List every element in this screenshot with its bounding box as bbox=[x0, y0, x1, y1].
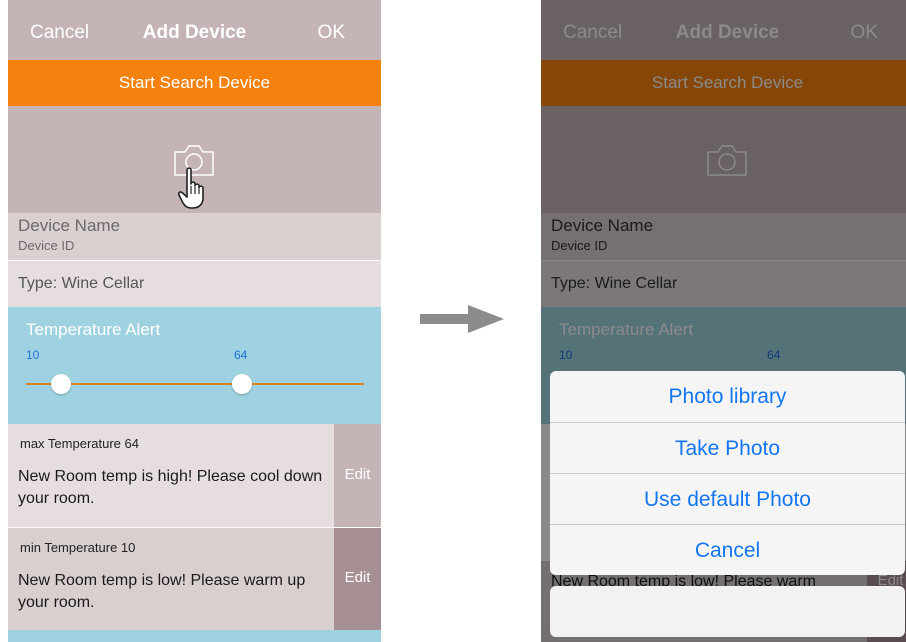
max-alert-message: New Room temp is high! Please cool down … bbox=[18, 468, 323, 507]
photo-action-sheet: Photo library Take Photo Use default Pho… bbox=[550, 371, 905, 575]
min-alert-content: min Temperature 10 New Room temp is low!… bbox=[8, 528, 334, 630]
use-default-photo-option[interactable]: Use default Photo bbox=[550, 473, 905, 524]
max-alert-content: max Temperature 64 New Room temp is high… bbox=[8, 424, 334, 527]
right-arrow-icon bbox=[420, 305, 504, 333]
type-row[interactable]: Type: Wine Cellar bbox=[8, 260, 381, 307]
min-temperature-label: min Temperature 10 bbox=[20, 540, 136, 555]
hand-pointer-icon bbox=[177, 167, 204, 209]
take-photo-option[interactable]: Take Photo bbox=[550, 422, 905, 473]
range-slider-track[interactable] bbox=[26, 383, 364, 385]
type-label: Type: Wine Cellar bbox=[18, 275, 145, 292]
cancel-option[interactable]: Cancel bbox=[550, 524, 905, 575]
photo-library-option[interactable]: Photo library bbox=[550, 371, 905, 422]
ok-button[interactable]: OK bbox=[318, 22, 345, 44]
start-search-device-button[interactable]: Start Search Device bbox=[8, 60, 381, 106]
edit-button[interactable]: Edit bbox=[334, 424, 381, 527]
min-value-label: 10 bbox=[26, 348, 40, 362]
add-device-screen-before: Cancel Add Device OK Start Search Device… bbox=[8, 0, 381, 642]
min-alert-message: New Room temp is low! Please warm up you… bbox=[18, 572, 306, 611]
add-device-screen-after: Cancel Add Device OK Start Search Device… bbox=[541, 0, 906, 642]
temperature-alert-title: Temperature Alert bbox=[26, 320, 161, 339]
device-name-label: Device Name bbox=[18, 216, 121, 235]
edit-button[interactable]: Edit bbox=[334, 528, 381, 630]
nav-bar: Cancel Add Device OK bbox=[8, 0, 381, 60]
max-value-label: 64 bbox=[234, 348, 248, 362]
device-name-row[interactable]: Device Name Device ID bbox=[8, 213, 381, 260]
device-id-label: Device ID bbox=[18, 238, 75, 253]
temperature-alert-panel: Temperature Alert 10 64 bbox=[8, 307, 381, 424]
action-sheet-blank-button[interactable] bbox=[550, 586, 905, 637]
max-slider-knob[interactable] bbox=[232, 374, 252, 394]
min-temperature-alert-row[interactable]: min Temperature 10 New Room temp is low!… bbox=[8, 527, 381, 630]
max-temperature-alert-row[interactable]: max Temperature 64 New Room temp is high… bbox=[8, 424, 381, 527]
bottom-strip bbox=[8, 630, 381, 642]
max-temperature-label: max Temperature 64 bbox=[20, 436, 139, 451]
device-photo-area[interactable] bbox=[8, 106, 381, 213]
min-slider-knob[interactable] bbox=[51, 374, 71, 394]
